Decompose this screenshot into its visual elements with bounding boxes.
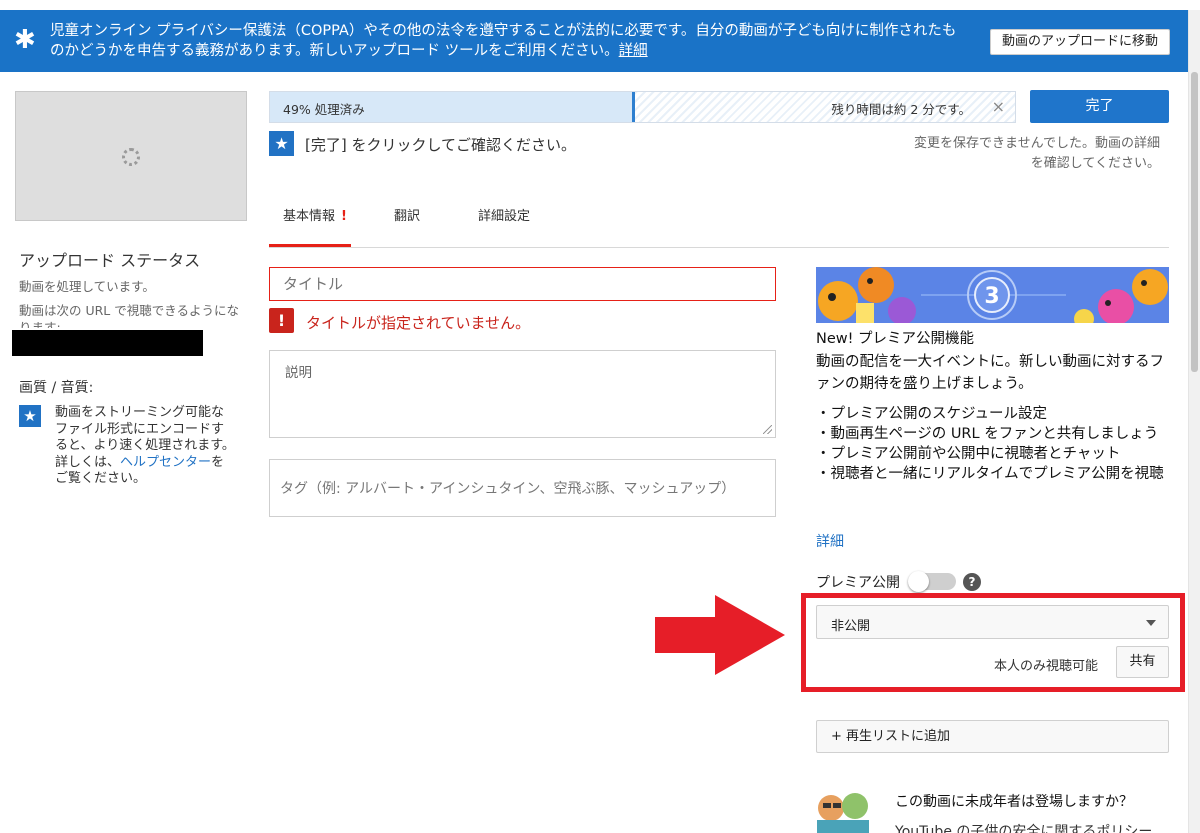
tab-translation[interactable]: 翻訳: [394, 205, 420, 224]
premiere-feature-list: ・プレミア公開のスケジュール設定 ・動画再生ページの URL をファンと共有しま…: [816, 404, 1174, 484]
premiere-toggle[interactable]: [908, 571, 956, 592]
scrollbar-thumb[interactable]: [1191, 72, 1198, 372]
processing-progress-bar: 49% 処理済み 残り時間は約 2 分です。 ×: [269, 91, 1016, 123]
video-thumbnail: [15, 91, 247, 221]
cancel-upload-icon[interactable]: ×: [992, 97, 1005, 116]
save-error-message: 変更を保存できませんでした。動画の詳細を確認してください。: [914, 136, 1160, 171]
list-item: ・動画再生ページの URL をファンと共有しましょう: [816, 426, 1159, 442]
loading-spinner-icon: [122, 148, 140, 166]
alert-icon: !: [341, 209, 347, 224]
click-done-notice: [完了] をクリックしてご確認ください。: [305, 136, 577, 154]
tags-input[interactable]: タグ（例: アルバート・アインシュタイン、空飛ぶ豚、マッシュアップ）: [269, 459, 776, 517]
banner-message: 児童オンライン プライバシー保護法（COPPA）やその他の法令を遵守することが法…: [50, 21, 970, 61]
privacy-dropdown[interactable]: 非公開: [816, 605, 1169, 639]
error-icon: !: [269, 308, 294, 333]
premiere-toggle-label: プレミア公開: [816, 575, 900, 591]
minors-question: この動画に未成年者は登場しますか？: [895, 794, 1133, 810]
redacted-url: [12, 330, 203, 356]
coppa-banner: ✱ 児童オンライン プライバシー保護法（COPPA）やその他の法令を遵守すること…: [0, 10, 1188, 72]
quality-title: 画質 / 音質:: [19, 380, 94, 396]
kids-illustration-icon: [817, 793, 869, 833]
upload-status-url-note: 動画は次の URL で視聴できるようになります:: [19, 303, 239, 328]
chevron-down-icon: [1146, 620, 1156, 626]
tags-placeholder: タグ（例: アルバート・アインシュタイン、空飛ぶ豚、マッシュアップ）: [280, 481, 736, 497]
privacy-selected-value: 非公開: [831, 619, 871, 634]
star-badge-icon: ★: [19, 405, 41, 427]
description-textarea[interactable]: 説明: [269, 350, 776, 438]
premiere-promo-illustration: 3: [816, 267, 1169, 323]
list-item: ・視聴者と一緒にリアルタイムでプレミア公開を視聴: [816, 466, 1164, 482]
list-item: ・プレミア公開のスケジュール設定: [816, 406, 1047, 422]
active-tab-indicator: [269, 244, 351, 247]
progress-remaining: 残り時間は約 2 分です。: [831, 102, 971, 117]
privacy-note: 本人のみ視聴可能: [994, 659, 1099, 674]
toggle-knob: [908, 571, 929, 592]
share-button[interactable]: 共有: [1116, 646, 1169, 678]
premiere-description: 動画の配信を一大イベントに。新しい動画に対するファンの期待を盛り上げましょう。: [816, 354, 1164, 392]
title-input[interactable]: [269, 267, 776, 301]
resize-grip-icon[interactable]: [763, 425, 772, 434]
premiere-title: New! プレミア公開機能: [816, 331, 975, 347]
help-center-link[interactable]: ヘルプセンター: [120, 455, 211, 470]
upload-status-title: アップロード ステータス: [19, 251, 201, 270]
banner-details-link[interactable]: 詳細: [619, 43, 648, 59]
add-to-playlist-button[interactable]: + 再生リストに追加: [816, 720, 1169, 753]
done-button[interactable]: 完了: [1030, 90, 1169, 123]
star-icon: ✱: [14, 25, 36, 55]
countdown-number: 3: [984, 284, 999, 309]
star-badge-icon: ★: [269, 131, 294, 156]
quality-text: 動画をストリーミング可能なファイル形式にエンコードすると、より速く処理されます。…: [55, 405, 235, 488]
red-arrow-annotation: [655, 595, 785, 675]
child-safety-policy-text: YouTube の子供の安全に関するポリシー: [895, 824, 1153, 833]
list-item: ・プレミア公開前や公開中に視聴者とチャット: [816, 446, 1121, 462]
tab-basic-info[interactable]: 基本情報!: [283, 205, 347, 224]
tab-advanced-settings[interactable]: 詳細設定: [478, 205, 530, 224]
scrollbar[interactable]: [1188, 10, 1200, 833]
help-icon[interactable]: ?: [963, 573, 981, 591]
banner-text: 児童オンライン プライバシー保護法（COPPA）やその他の法令を遵守することが法…: [50, 23, 957, 59]
upload-status-processing: 動画を処理しています。: [19, 279, 155, 294]
premiere-details-link[interactable]: 詳細: [816, 531, 844, 551]
tab-bar: 基本情報! 翻訳 詳細設定: [269, 195, 1169, 248]
title-error-message: タイトルが指定されていません。: [306, 314, 531, 332]
progress-percent: 49% 処理済み: [283, 102, 365, 117]
description-placeholder: 説明: [285, 365, 312, 381]
go-to-uploads-button[interactable]: 動画のアップロードに移動: [990, 29, 1170, 55]
tab-basic-label: 基本情報: [283, 209, 336, 224]
premiere-art-icon: 3: [816, 267, 1169, 323]
